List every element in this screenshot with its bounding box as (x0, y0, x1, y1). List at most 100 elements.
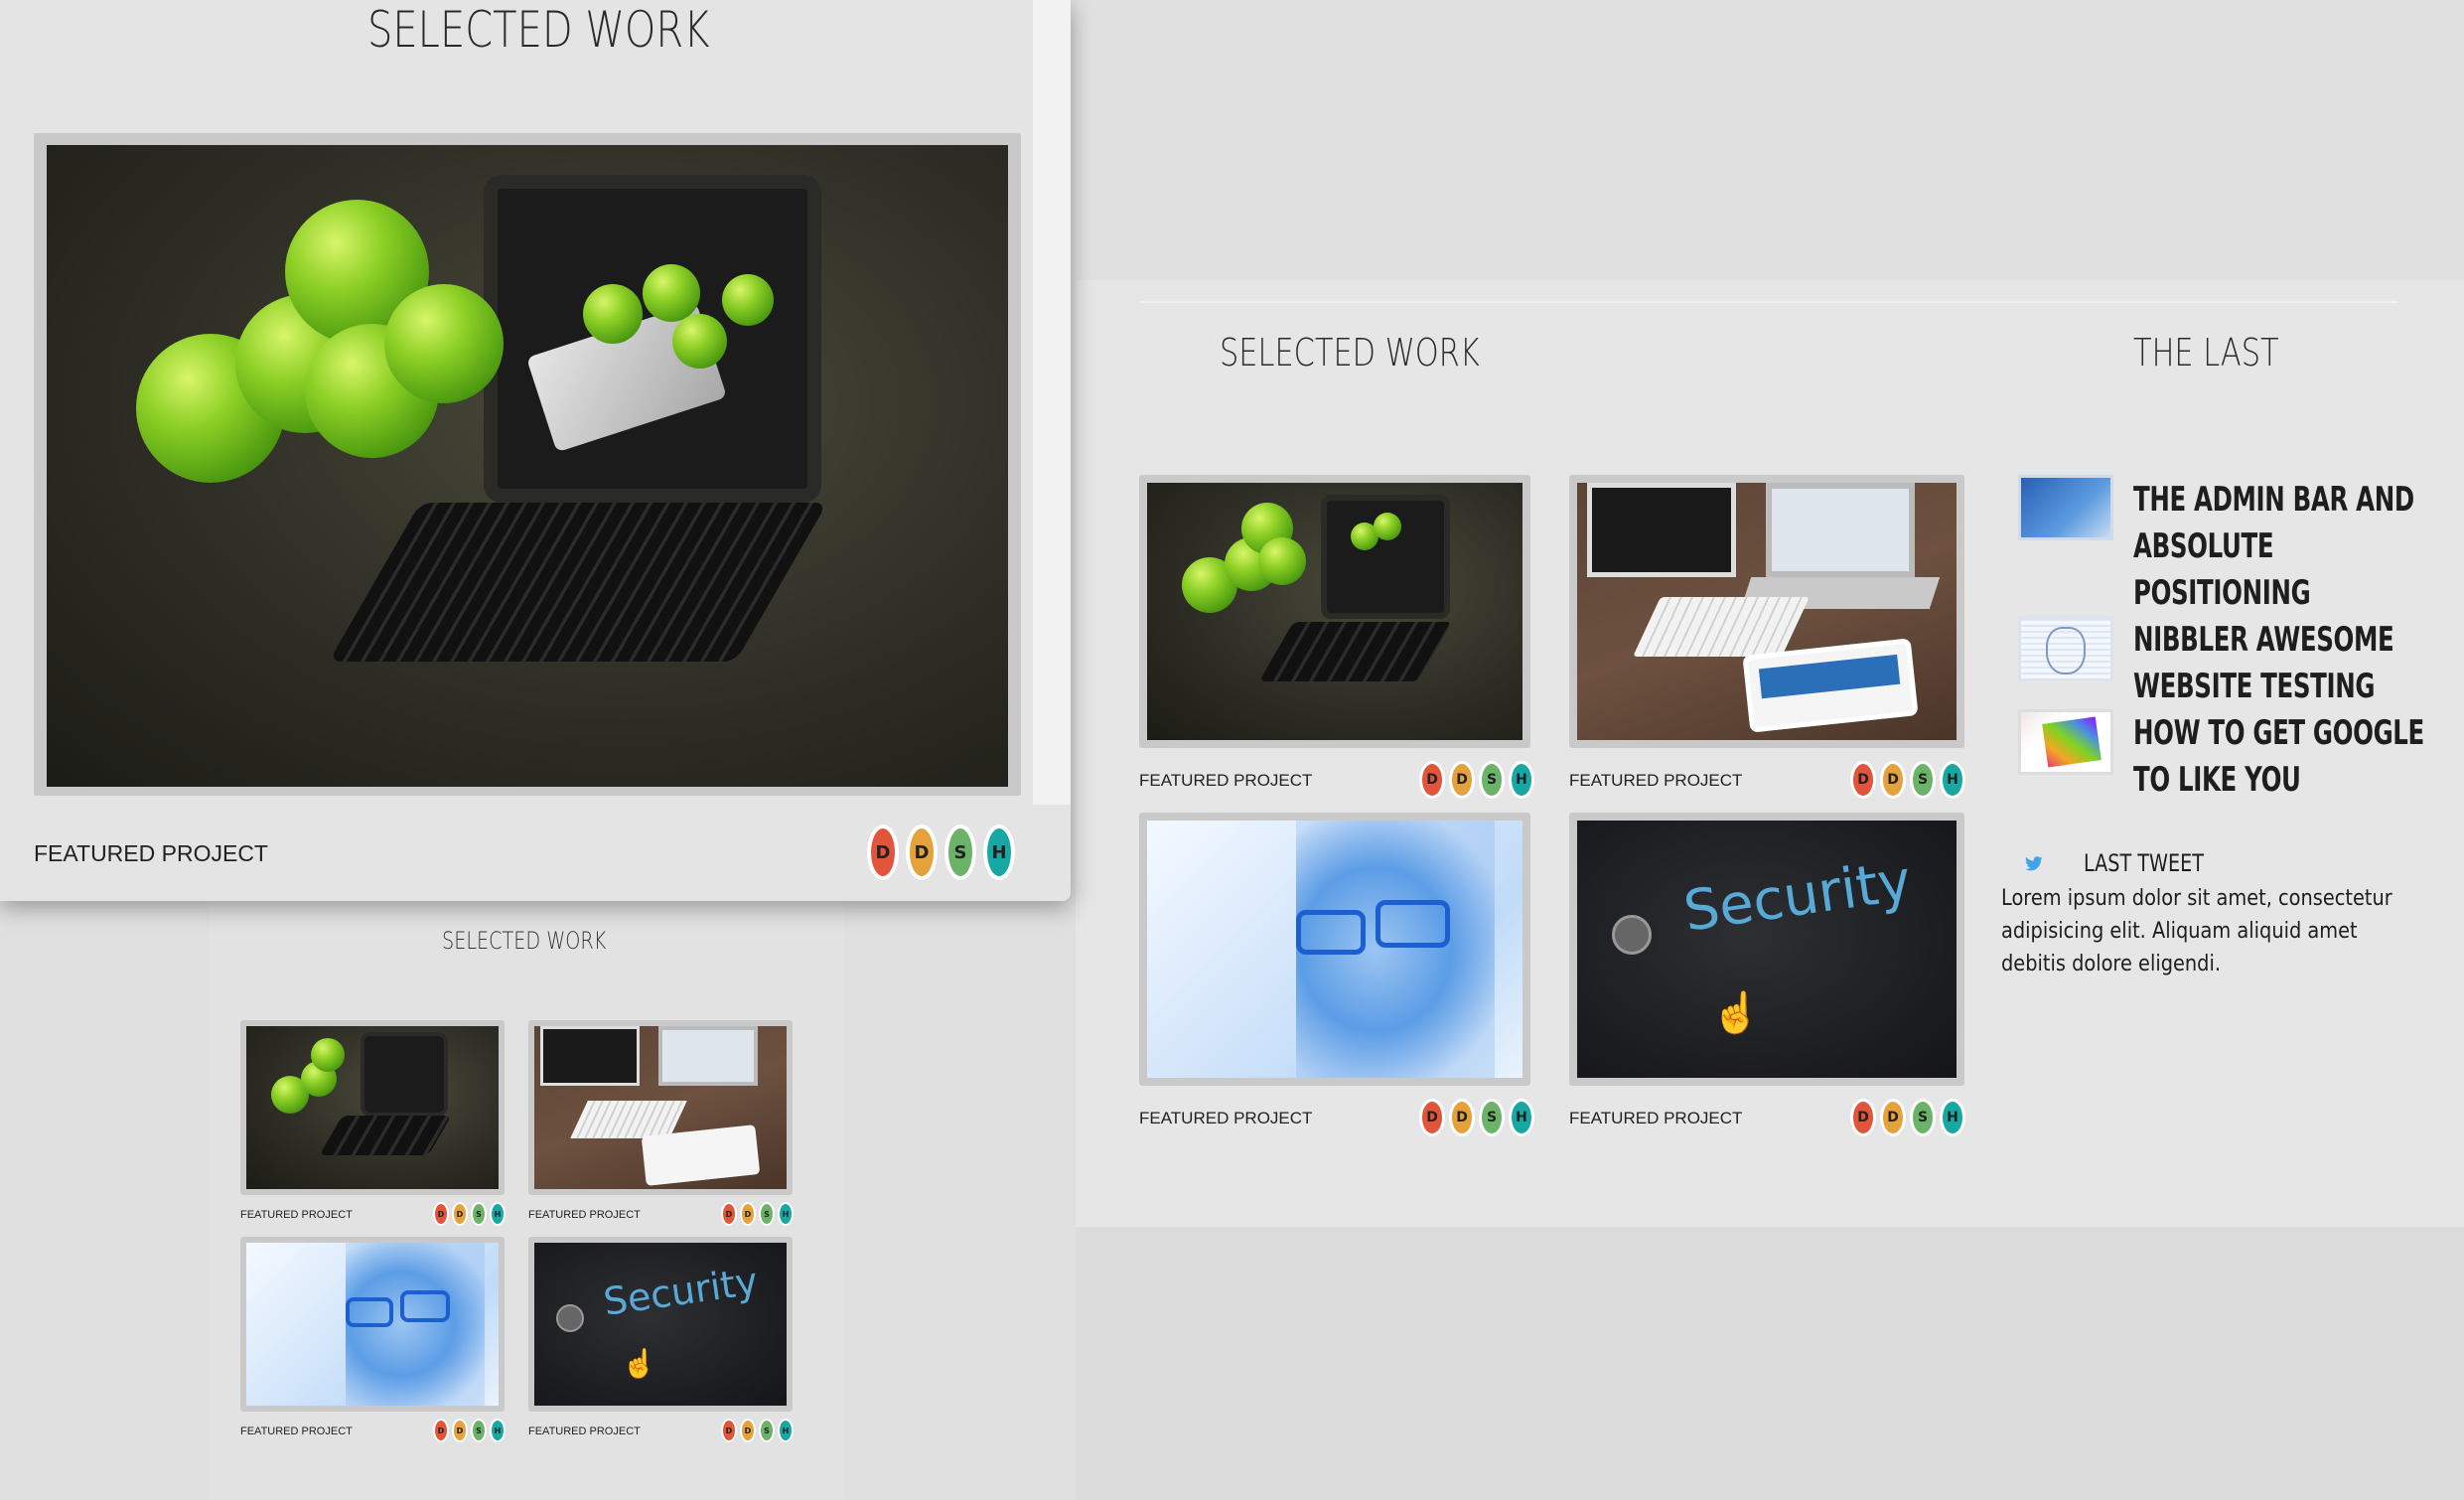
post-title-line[interactable]: POSITIONING (2133, 570, 2414, 617)
badge-h[interactable]: H (1940, 1099, 1965, 1136)
window-scroll-strip (1033, 0, 1071, 805)
apple-shape (311, 1038, 345, 1072)
section-title-the-last: THE LAST (2133, 331, 2279, 375)
large-featured-image-frame[interactable] (34, 133, 1021, 796)
badge-group: D D S H (1850, 1099, 1965, 1136)
post-title-line[interactable]: ABSOLUTE (2133, 524, 2414, 570)
post-title-line[interactable]: HOW TO GET GOOGLE (2133, 710, 2424, 757)
badge-d[interactable]: D (1880, 1099, 1906, 1136)
post-link-admin-bar[interactable]: THE ADMIN BAR AND ABSOLUTE POSITIONING (2133, 477, 2414, 617)
glasses-left-icon (1296, 910, 1366, 955)
keyboard-shape (319, 1116, 452, 1155)
badge-d[interactable]: D (906, 825, 938, 880)
project-caption: FEATURED PROJECT (1569, 771, 1743, 790)
badge-h[interactable]: H (490, 1202, 506, 1226)
badge-s[interactable]: S (471, 1202, 487, 1226)
badge-d[interactable]: D (1850, 1099, 1876, 1136)
tablet-banner (1758, 654, 1901, 699)
badge-d[interactable]: D (1449, 1099, 1475, 1136)
color-tablet-icon (2042, 716, 2102, 768)
project-caption: FEATURED PROJECT (1139, 1109, 1313, 1127)
security-word: Security (1679, 848, 1916, 945)
lock-icon (556, 1304, 584, 1332)
project-thumb-desk[interactable] (1569, 475, 1964, 748)
badge-s[interactable]: S (1479, 761, 1505, 799)
badge-d[interactable]: D (433, 1419, 449, 1442)
lock-icon (1612, 915, 1652, 955)
post-thumb-admin-bar[interactable] (2018, 475, 2113, 540)
glasses-right-icon (1376, 900, 1450, 948)
badge-h[interactable]: H (1940, 761, 1965, 799)
badge-h[interactable]: H (1509, 761, 1534, 799)
post-title-line[interactable]: NIBBLER AWESOME (2133, 617, 2394, 664)
post-title-line[interactable]: THE ADMIN BAR AND (2133, 477, 2414, 524)
badge-d[interactable]: D (452, 1419, 468, 1442)
badge-s[interactable]: S (1910, 1099, 1936, 1136)
apple-shape (583, 284, 643, 344)
monitor-shape (540, 1026, 640, 1086)
apples-tablet-image (47, 145, 1008, 787)
post-thumb-nibbler[interactable] (2018, 616, 2113, 681)
badge-s[interactable]: S (471, 1419, 487, 1442)
project-caption: FEATURED PROJECT (240, 1209, 353, 1221)
small-preview-panel: SELECTED WORK FEATURED PROJECT D D S H F… (209, 901, 844, 1500)
large-project-caption: FEATURED PROJECT (34, 840, 268, 866)
badge-d[interactable]: D (721, 1202, 737, 1226)
small-thumb-apples[interactable] (240, 1020, 505, 1195)
keyboard-shape (1258, 622, 1453, 681)
badge-d[interactable]: D (740, 1419, 756, 1442)
glasses-right-icon (400, 1290, 450, 1322)
large-section-title: SELECTED WORK (367, 1, 710, 59)
badge-d[interactable]: D (740, 1202, 756, 1226)
badge-group: D D S H (433, 1419, 506, 1442)
project-thumb-binary[interactable] (1139, 813, 1530, 1086)
tablet-shape (484, 175, 821, 503)
badge-s[interactable]: S (944, 825, 976, 880)
tablet-shape (1742, 638, 1919, 733)
badge-h[interactable]: H (778, 1419, 794, 1442)
project-caption: FEATURED PROJECT (528, 1425, 641, 1437)
post-thumb-google[interactable] (2018, 709, 2113, 775)
badge-s[interactable]: S (759, 1419, 775, 1442)
small-thumb-desk[interactable] (528, 1020, 793, 1195)
apple-shape (672, 314, 727, 369)
badge-h[interactable]: H (1509, 1099, 1534, 1136)
badge-d[interactable]: D (1449, 761, 1475, 799)
project-thumb-security[interactable]: Security ☝ (1569, 813, 1964, 1086)
apple-shape (1258, 537, 1306, 585)
badge-d[interactable]: D (1880, 761, 1906, 799)
post-link-google[interactable]: HOW TO GET GOOGLE TO LIKE YOU (2133, 710, 2424, 804)
badge-group: D D S H (1419, 1099, 1534, 1136)
apple-shape (1374, 513, 1401, 540)
badge-d[interactable]: D (1850, 761, 1876, 799)
badge-h[interactable]: H (778, 1202, 794, 1226)
badge-s[interactable]: S (1910, 761, 1936, 799)
small-section-title: SELECTED WORK (442, 927, 607, 955)
keyboard-shape (328, 503, 828, 662)
tweet-line: debitis dolore eligendi. (2001, 952, 2222, 976)
security-screen-image: Security ☝ (1577, 821, 1957, 1078)
badge-h[interactable]: H (490, 1419, 506, 1442)
badge-d[interactable]: D (867, 825, 899, 880)
badge-d[interactable]: D (1419, 1099, 1445, 1136)
apple-shape (643, 264, 700, 322)
badge-d[interactable]: D (721, 1419, 737, 1442)
badge-s[interactable]: S (1479, 1099, 1505, 1136)
tweet-body: Lorem ipsum dolor sit amet, consectetur … (2001, 882, 2392, 980)
badge-d[interactable]: D (452, 1202, 468, 1226)
badge-s[interactable]: S (759, 1202, 775, 1226)
small-thumb-binary[interactable] (240, 1237, 505, 1412)
post-title-line[interactable]: TO LIKE YOU (2133, 757, 2424, 804)
badge-group: D D S H (1419, 761, 1534, 799)
small-thumb-security[interactable]: Security ☝ (528, 1237, 793, 1412)
badge-d[interactable]: D (433, 1202, 449, 1226)
post-title-line[interactable]: WEBSITE TESTING (2133, 664, 2393, 710)
tweet-line: Lorem ipsum dolor sit amet, consectetur (2001, 886, 2392, 911)
badge-d[interactable]: D (1419, 761, 1445, 799)
project-thumb-apples[interactable] (1139, 475, 1530, 748)
badge-h[interactable]: H (983, 825, 1015, 880)
project-caption: FEATURED PROJECT (240, 1425, 353, 1437)
post-link-nibbler[interactable]: NIBBLER AWESOME WEBSITE TESTING (2133, 617, 2394, 710)
keyboard-shape (1633, 597, 1810, 657)
page-bottom-band (1076, 1227, 2464, 1500)
